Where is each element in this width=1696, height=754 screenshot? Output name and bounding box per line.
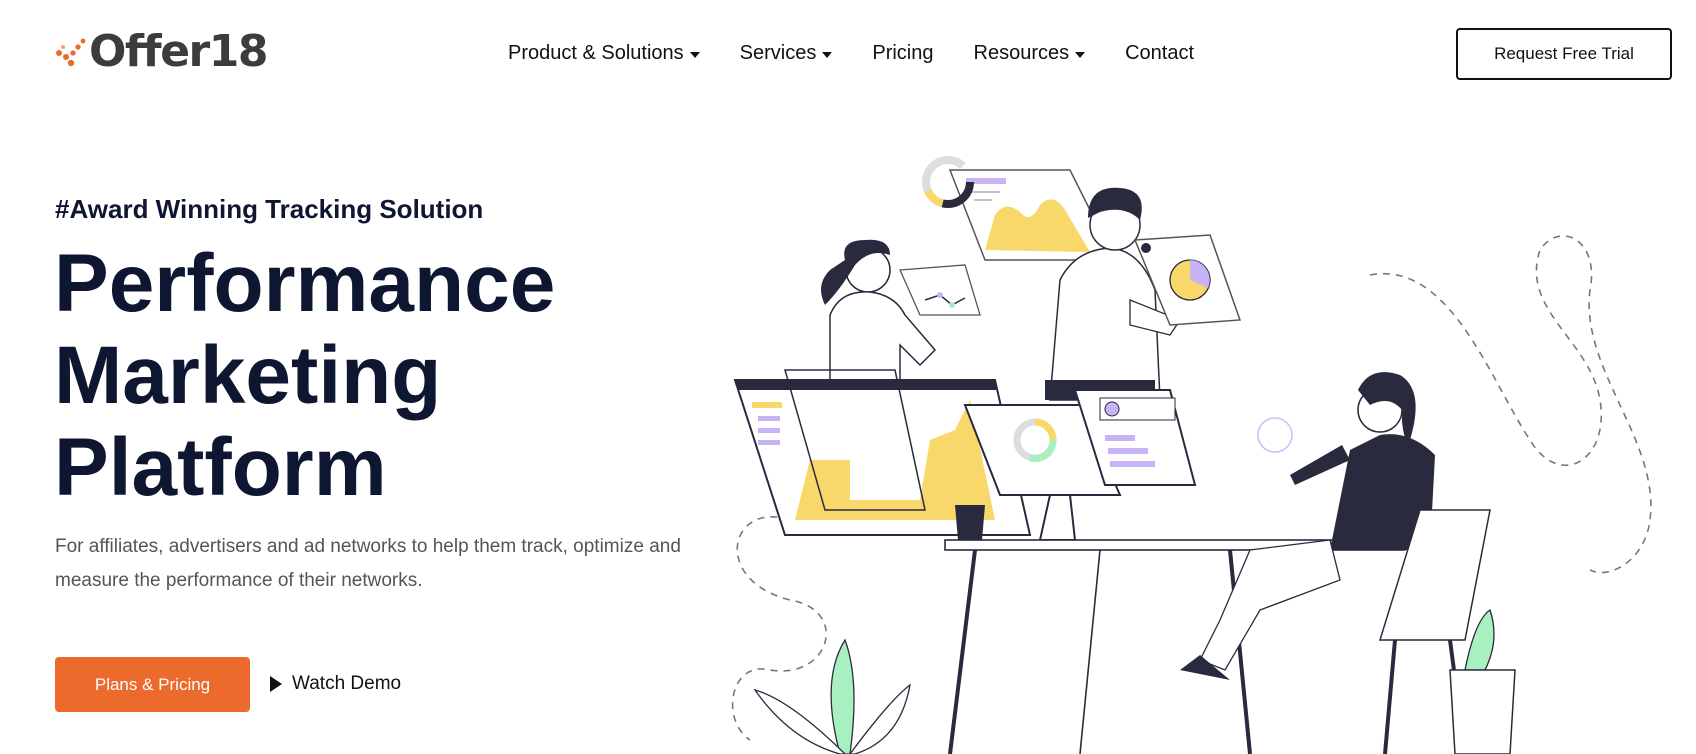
caret-down-icon (689, 51, 700, 58)
caret-down-icon (822, 51, 833, 58)
watch-demo-link[interactable]: Watch Demo (270, 673, 401, 695)
hero-title-line: Platform (54, 422, 387, 513)
hero-description: For affiliates, advertisers and ad netwo… (55, 536, 681, 591)
nav-item-label: Services (739, 42, 817, 64)
mug-icon (955, 505, 985, 540)
caret-down-icon (1075, 51, 1086, 58)
hero-title-line: Marketing (54, 330, 442, 421)
logo-check-icon (56, 38, 86, 67)
nav-item-services[interactable]: Services (740, 42, 833, 65)
nav-item-resources[interactable]: Resources (974, 42, 1086, 65)
nav-item-label: Resources (973, 42, 1070, 64)
brand-logo[interactable]: Offer18 (55, 26, 268, 77)
nav-item-contact[interactable]: Contact (1125, 42, 1194, 65)
nav-item-product-solutions[interactable]: Product & Solutions (508, 42, 700, 65)
plans-pricing-button[interactable]: Plans & Pricing (55, 657, 250, 712)
plant-left-icon (753, 638, 911, 754)
hero-title-line: Performance (54, 238, 556, 329)
play-icon (270, 676, 282, 692)
watch-demo-label: Watch Demo (292, 673, 402, 694)
hero-tagline: #Award Winning Tracking Solution (55, 194, 484, 224)
nav-item-label: Product & Solutions (508, 42, 684, 64)
deco-circle (1257, 417, 1293, 453)
hero-illustration (731, 156, 1652, 754)
nav-item-label: Pricing (872, 42, 934, 64)
hero-title: Performance Marketing Platform (54, 238, 555, 514)
nav-item-pricing[interactable]: Pricing (872, 42, 933, 65)
main-nav: Product & Solutions Services Pricing Res… (508, 42, 1194, 65)
request-free-trial-button[interactable]: Request Free Trial (1456, 28, 1672, 80)
brand-name: Offer18 (89, 26, 268, 77)
nav-item-label: Contact (1125, 42, 1195, 64)
woman-sitting-figure (1180, 372, 1491, 754)
